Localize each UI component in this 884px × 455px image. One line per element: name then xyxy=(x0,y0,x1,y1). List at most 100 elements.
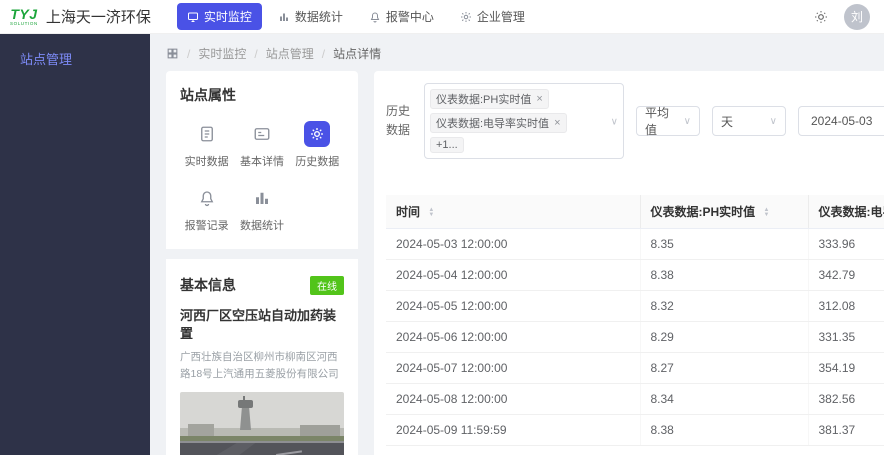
site-photo xyxy=(180,391,344,455)
aggregate-value: 平均值 xyxy=(645,106,670,137)
cell-conductivity: 354.19 xyxy=(808,352,884,384)
sort-desc-icon[interactable]: ▼ xyxy=(428,212,434,218)
close-icon[interactable]: × xyxy=(536,93,542,105)
chevron-down-icon: ∨ xyxy=(610,116,618,128)
tab-label: 实时数据 xyxy=(184,156,229,168)
metric-tag: 仪表数据:PH实时值 × xyxy=(430,89,549,109)
user-avatar[interactable]: 刘 xyxy=(844,3,870,30)
cell-conductivity: 381.37 xyxy=(808,414,884,446)
history-data-table: 时间 ▲▼ 仪表数据:PH实时值 ▲▼ 仪表数据:电导率实时值 ▲▼ 仪表数 xyxy=(386,195,884,446)
sort-desc-icon[interactable]: ▼ xyxy=(764,212,770,218)
cell-time: 2024-05-08 12:00:00 xyxy=(386,383,641,415)
basic-info-title: 基本信息 xyxy=(180,277,236,293)
interval-select[interactable]: 天 ∨ xyxy=(712,106,786,136)
cell-time: 2024-05-04 12:00:00 xyxy=(386,259,641,291)
tab-label: 报警记录 xyxy=(184,220,229,232)
tab-alarm-records[interactable]: 报警记录 xyxy=(180,185,233,233)
tag-label: 仪表数据:电导率实时值 xyxy=(436,118,550,130)
breadcrumb-site-detail: 站点详情 xyxy=(333,47,382,61)
basic-info-header: 基本信息 在线 xyxy=(180,275,344,295)
close-icon[interactable]: × xyxy=(554,117,560,129)
site-address: 广西壮族自治区柳州市柳南区河西路18号上汽通用五菱股份有限公司 xyxy=(180,351,339,380)
tab-data-statistics[interactable]: 数据统计 xyxy=(235,185,288,233)
bar-chart-icon xyxy=(278,11,290,23)
breadcrumb-realtime-monitor[interactable]: 实时监控 xyxy=(198,45,246,62)
logo-text: TYJ xyxy=(10,5,38,22)
table-row: 2024-05-06 12:00:00 8.29 331.35 5.48 xyxy=(386,321,884,353)
document-icon xyxy=(194,121,220,147)
tab-history-data[interactable]: 历史数据 xyxy=(291,121,344,169)
cell-ph: 8.32 xyxy=(640,290,809,322)
col-header-conductivity[interactable]: 仪表数据:电导率实时值 ▲▼ xyxy=(808,195,884,229)
nav-label: 数据统计 xyxy=(294,10,343,24)
nav-label: 报警中心 xyxy=(385,10,434,24)
cell-time: 2024-05-03 12:00:00 xyxy=(386,228,641,260)
sort-icons[interactable]: ▲ ▼ xyxy=(428,207,434,218)
table-row: 2024-05-07 12:00:00 8.27 354.19 13.69 xyxy=(386,352,884,384)
gear-icon xyxy=(304,121,331,147)
col-label: 仪表数据:PH实时值 xyxy=(650,205,756,219)
breadcrumb: / 实时监控 / 站点管理 / 站点详情 xyxy=(150,34,884,71)
filters-row: 历史数据 仪表数据:PH实时值 × 仪表数据:电导率实时值 × +1... ∨ xyxy=(386,83,884,159)
site-attributes-title: 站点属性 xyxy=(180,87,236,103)
tab-basic-detail[interactable]: 基本详情 xyxy=(235,121,288,169)
table-row: 2024-05-04 12:00:00 8.38 342.79 0.00 xyxy=(386,259,884,291)
aggregate-select[interactable]: 平均值 ∨ xyxy=(636,106,700,137)
date-start: 2024-05-03 xyxy=(811,114,873,128)
nav-label: 实时监控 xyxy=(203,10,252,24)
cell-conductivity: 331.35 xyxy=(808,321,884,353)
history-data-panel: 历史数据 仪表数据:PH实时值 × 仪表数据:电导率实时值 × +1... ∨ xyxy=(374,71,884,455)
metric-tag: 仪表数据:电导率实时值 × xyxy=(430,113,567,133)
breadcrumb-site-management[interactable]: 站点管理 xyxy=(266,45,314,62)
bell-icon xyxy=(194,185,220,211)
main-nav: 实时监控 数据统计 报警中心 企业管理 xyxy=(176,3,535,30)
panel-divider xyxy=(166,249,358,259)
topbar: TYJ SOLUTION 上海天一济环保 实时监控 数据统计 报警中心 企业管理… xyxy=(0,0,884,34)
nav-item-alarm-center[interactable]: 报警中心 xyxy=(359,3,444,30)
topbar-right: 刘 xyxy=(814,3,870,30)
col-label: 仪表数据:电导率实时值 xyxy=(818,205,884,219)
sidebar-item-site-management[interactable]: 站点管理 xyxy=(0,34,150,83)
nav-item-enterprise-management[interactable]: 企业管理 xyxy=(450,3,535,30)
logo-subtext: SOLUTION xyxy=(10,20,38,26)
company-logo: TYJ SOLUTION xyxy=(10,7,38,27)
site-name: 河西厂区空压站自动加药装置 xyxy=(180,308,337,342)
cell-time: 2024-05-07 12:00:00 xyxy=(386,352,641,384)
cell-ph: 8.38 xyxy=(640,414,809,446)
cell-conductivity: 382.56 xyxy=(808,383,884,415)
breadcrumb-separator: / xyxy=(254,46,258,61)
cell-time: 2024-05-06 12:00:00 xyxy=(386,321,641,353)
brand-title: 上海天一济环保 xyxy=(45,9,151,26)
theme-toggle-icon[interactable] xyxy=(814,10,828,24)
col-label: 时间 xyxy=(396,205,421,219)
metric-multiselect[interactable]: 仪表数据:PH实时值 × 仪表数据:电导率实时值 × +1... ∨ xyxy=(424,83,624,159)
table-row: 2024-05-09 11:59:59 8.38 381.37 10.51 xyxy=(386,414,884,446)
table-row: 2024-05-08 12:00:00 8.34 382.56 12.84 xyxy=(386,383,884,415)
cell-ph: 8.35 xyxy=(640,228,809,260)
history-data-label: 历史数据 xyxy=(386,103,411,137)
nav-item-realtime-monitor[interactable]: 实时监控 xyxy=(176,3,262,30)
col-header-ph[interactable]: 仪表数据:PH实时值 ▲ ▼ xyxy=(640,195,809,229)
breadcrumb-separator: / xyxy=(187,46,191,61)
cell-ph: 8.27 xyxy=(640,352,809,384)
content-row: 站点属性 实时数据 基本详情 历史数据 报警记录 数据统计 基本信息 在线 河西… xyxy=(150,71,884,455)
cell-time: 2024-05-05 12:00:00 xyxy=(386,290,641,322)
tab-realtime-data[interactable]: 实时数据 xyxy=(180,121,233,169)
more-tags-label: +1... xyxy=(436,139,458,151)
nav-item-data-statistics[interactable]: 数据统计 xyxy=(268,3,353,30)
date-range-picker[interactable]: 2024-05-03 → 2024-05-09 xyxy=(798,106,884,136)
tab-label: 数据统计 xyxy=(239,220,284,232)
grid-icon[interactable] xyxy=(166,47,179,60)
monitor-icon xyxy=(187,11,199,23)
site-tabs: 实时数据 基本详情 历史数据 报警记录 数据统计 xyxy=(180,121,344,233)
cell-ph: 8.29 xyxy=(640,321,809,353)
sort-icons[interactable]: ▲ ▼ xyxy=(764,207,770,218)
col-header-time[interactable]: 时间 ▲ ▼ xyxy=(386,195,641,229)
more-tags-badge[interactable]: +1... xyxy=(430,137,464,153)
tab-label: 基本详情 xyxy=(239,156,284,168)
sidebar: 站点管理 xyxy=(0,34,150,455)
bar-chart-icon xyxy=(249,185,275,211)
breadcrumb-separator: / xyxy=(321,46,326,61)
id-card-icon xyxy=(249,121,275,147)
tag-label: 仪表数据:PH实时值 xyxy=(436,94,532,106)
